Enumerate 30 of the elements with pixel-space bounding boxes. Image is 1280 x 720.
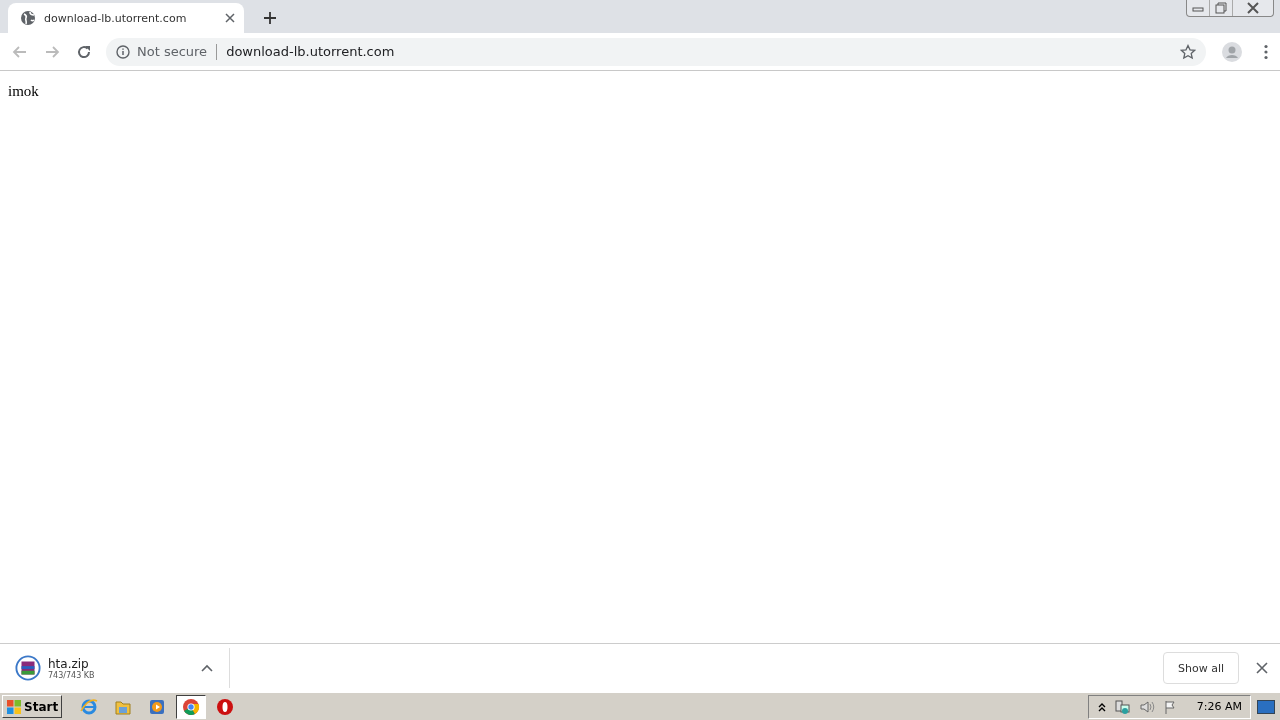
url-text: download-lb.utorrent.com [226, 44, 395, 59]
download-size: 743/743 KB [48, 670, 96, 680]
opera-icon [216, 697, 235, 716]
file-name[interactable]: hta.zip [48, 656, 194, 671]
menu-icon[interactable] [1264, 43, 1268, 60]
close-icon[interactable] [1256, 662, 1268, 674]
info-icon[interactable] [116, 44, 130, 59]
page-text: imok [8, 83, 39, 99]
show-all-button[interactable]: Show all [1162, 652, 1239, 684]
new-tab-icon[interactable] [264, 12, 276, 24]
chrome-icon [182, 697, 201, 716]
star-icon[interactable] [1180, 43, 1196, 60]
play-icon [148, 697, 167, 716]
close-icon[interactable] [225, 13, 235, 23]
network-icon[interactable] [1114, 698, 1131, 715]
ie-icon [80, 697, 99, 716]
reload-icon[interactable] [76, 43, 92, 60]
address-bar[interactable]: Not secure download-lb.utorrent.com [106, 37, 1206, 66]
windows-logo-icon [6, 698, 22, 715]
show-desktop-icon[interactable] [1257, 699, 1275, 714]
speaker-icon[interactable] [1138, 698, 1155, 715]
browser-tab[interactable]: download-lb.utorrent.com [8, 3, 244, 33]
start-button[interactable]: Start [2, 695, 63, 718]
tab-title: download-lb.utorrent.com [44, 11, 188, 25]
taskbar-button[interactable] [176, 694, 207, 719]
clock: 7:26 AM [1196, 700, 1242, 713]
archive-icon [15, 655, 41, 681]
security-label: Not secure [137, 44, 208, 59]
globe-icon [20, 10, 36, 26]
caret-up-icon[interactable] [201, 664, 213, 672]
